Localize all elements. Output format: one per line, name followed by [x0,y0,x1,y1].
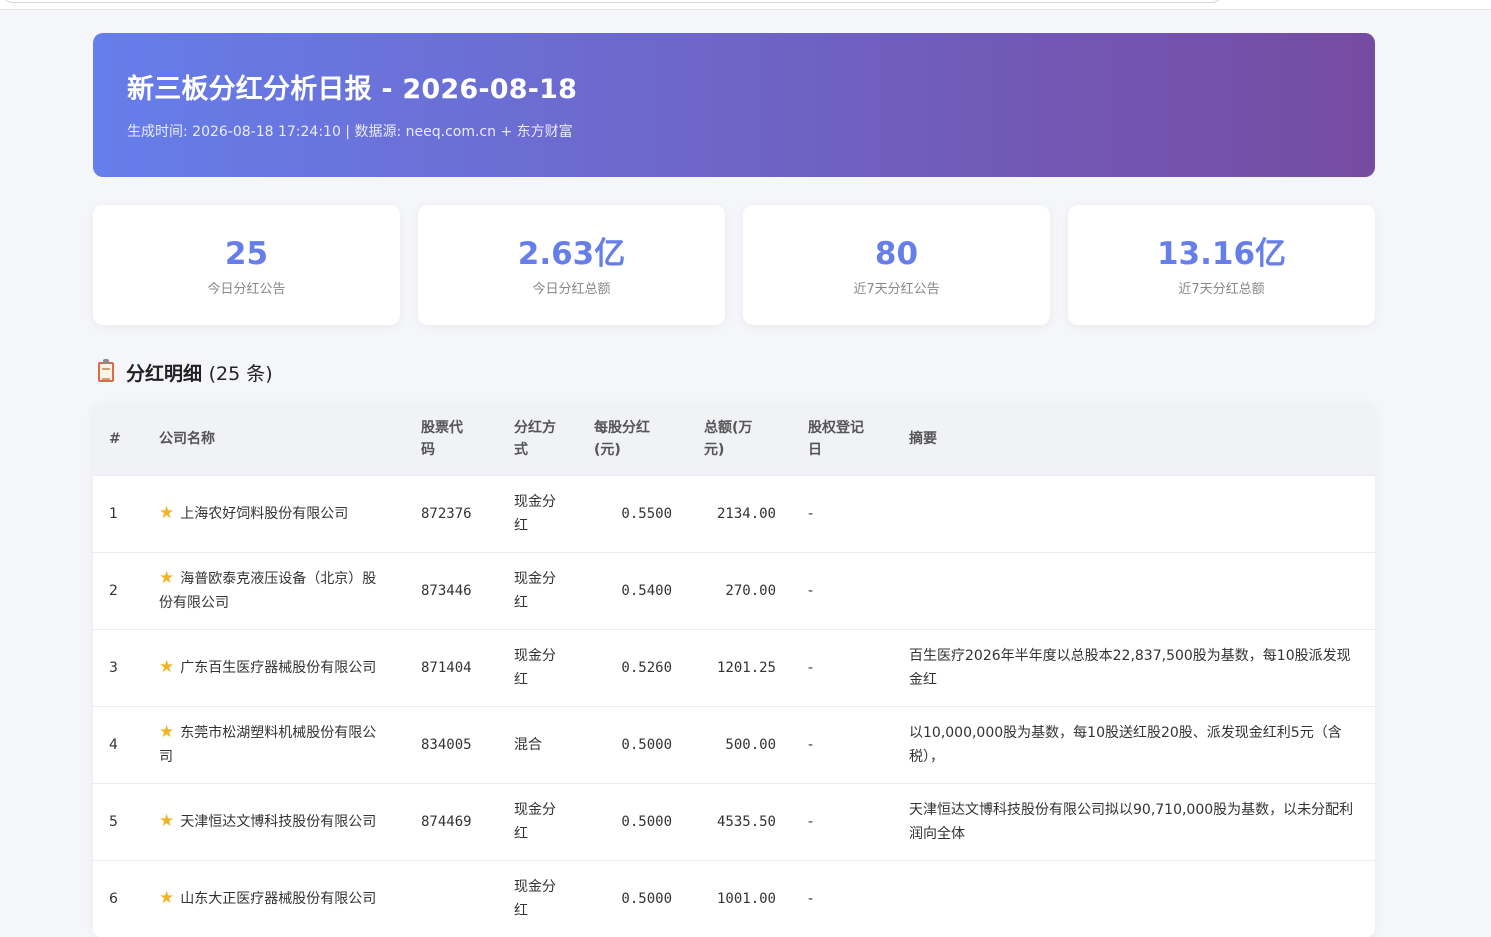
col-header-total: 总额(万 元) [688,403,792,475]
cell-code: 873446 [405,551,498,629]
stat-label: 今日分红总额 [532,281,611,297]
browser-top-bar [0,0,1491,10]
stat-label: 今日分红公告 [207,281,286,297]
cell-index: 3 [93,628,143,706]
cell-company: ★ 海普欧泰克液压设备（北京）股份有限公司 [143,551,405,629]
section-title-text: 分红明细 [126,362,203,385]
table-row: 2 ★ 海普欧泰克液压设备（北京）股份有限公司 873446 现金分红 0.540… [93,551,1375,629]
stats-row: 25 今日分红公告 2.63亿 今日分红总额 80 近7天分红公告 13.16亿… [93,205,1375,325]
cell-code: 871404 [405,628,498,706]
table-row: 6 ★ 山东大正医疗器械股份有限公司 现金分红 0.5000 1001.00 - [93,859,1375,937]
report-subtitle: 生成时间: 2026-08-18 17:24:10 | 数据源: neeq.co… [127,124,573,140]
cell-type: 现金分红 [498,551,578,629]
report-title: 新三板分红分析日报 - 2026-08-18 [127,74,578,105]
stat-value: 25 [224,235,269,272]
cell-summary [893,551,1375,629]
cell-per-share: 0.5400 [578,551,688,629]
cell-per-share: 0.5000 [578,782,688,860]
address-bar[interactable] [0,0,1225,3]
cell-code: 874469 [405,782,498,860]
cell-record-date: - [792,859,893,937]
cell-total: 4535.50 [688,782,792,860]
cell-total: 2134.00 [688,474,792,552]
cell-total: 500.00 [688,705,792,783]
col-header-type: 分红方式 [498,403,578,475]
col-header-per-share: 每股分红 (元) [578,403,688,475]
cell-type: 现金分红 [498,782,578,860]
stat-label: 近7天分红总额 [1178,281,1265,297]
stat-card-today-total: 2.63亿 今日分红总额 [418,205,725,325]
cell-type: 现金分红 [498,859,578,937]
stat-value: 13.16亿 [1156,235,1287,272]
cell-summary: 百生医疗2026年半年度以总股本22,837,500股为基数，每10股派发现金红 [893,628,1375,706]
cell-total: 270.00 [688,551,792,629]
report-container: 新三板分红分析日报 - 2026-08-18 生成时间: 2026-08-18 … [93,33,1375,937]
cell-record-date: - [792,551,893,629]
stat-card-today-count: 25 今日分红公告 [93,205,400,325]
cell-summary: 天津恒达文博科技股份有限公司拟以90,710,000股为基数，以未分配利润向全体 [893,782,1375,860]
section-count: (25 条) [208,362,273,385]
cell-record-date: - [792,782,893,860]
cell-per-share: 0.5500 [578,474,688,552]
cell-code [405,859,498,937]
cell-index: 6 [93,859,143,937]
cell-company: ★ 山东大正医疗器械股份有限公司 [143,859,405,937]
table-row: 1 ★ 上海农好饲料股份有限公司 872376 现金分红 0.5500 2134.… [93,474,1375,552]
stat-label: 近7天分红公告 [853,281,940,297]
cell-record-date: - [792,705,893,783]
report-header: 新三板分红分析日报 - 2026-08-18 生成时间: 2026-08-18 … [93,33,1375,177]
cell-summary [893,859,1375,937]
col-header-summary: 摘要 [893,403,1375,475]
table-row: 4 ★ 东莞市松湖塑料机械股份有限公司 834005 混合 0.5000 500.… [93,705,1375,783]
cell-per-share: 0.5260 [578,628,688,706]
section-title: 分红明细 (25 条) [93,357,1375,387]
star-icon: ★ [159,811,175,831]
cell-per-share: 0.5000 [578,705,688,783]
stat-card-week-count: 80 近7天分红公告 [743,205,1050,325]
cell-record-date: - [792,628,893,706]
star-icon: ★ [159,568,175,588]
cell-code: 834005 [405,705,498,783]
cell-total: 1201.25 [688,628,792,706]
clipboard-icon [98,359,114,382]
dividend-table: # 公司名称 股票代码 分红方式 每股分红 (元) 总额(万 元) 股权登记日 摘要… [93,403,1375,937]
cell-index: 2 [93,551,143,629]
table-row: 5 ★ 天津恒达文博科技股份有限公司 874469 现金分红 0.5000 453… [93,782,1375,860]
stat-card-week-total: 13.16亿 近7天分红总额 [1068,205,1375,325]
cell-company: ★ 广东百生医疗器械股份有限公司 [143,628,405,706]
cell-company: ★ 上海农好饲料股份有限公司 [143,474,405,552]
star-icon: ★ [159,722,175,742]
star-icon: ★ [159,888,175,909]
stat-value: 80 [874,235,919,272]
cell-index: 4 [93,705,143,783]
cell-type: 现金分红 [498,628,578,706]
cell-summary: 以10,000,000股为基数，每10股送红股20股、派发现金红利5元（含税）， [893,705,1375,783]
cell-type: 混合 [498,705,578,783]
col-header-record-date: 股权登记日 [792,403,893,475]
table-header-row: # 公司名称 股票代码 分红方式 每股分红 (元) 总额(万 元) 股权登记日 摘要 [93,403,1375,475]
cell-index: 5 [93,782,143,860]
cell-summary [893,474,1375,552]
col-header-code: 股票代码 [405,403,498,475]
stat-value: 2.63亿 [517,235,626,272]
cell-index: 1 [93,474,143,552]
col-header-index: # [93,403,143,475]
star-icon: ★ [159,503,175,523]
cell-type: 现金分红 [498,474,578,552]
star-icon: ★ [159,657,175,677]
col-header-company: 公司名称 [143,403,405,475]
cell-code: 872376 [405,474,498,552]
cell-total: 1001.00 [688,859,792,937]
cell-company: ★ 天津恒达文博科技股份有限公司 [143,782,405,860]
cell-company: ★ 东莞市松湖塑料机械股份有限公司 [143,705,405,783]
cell-record-date: - [792,474,893,552]
table-row: 3 ★ 广东百生医疗器械股份有限公司 871404 现金分红 0.5260 120… [93,628,1375,706]
cell-per-share: 0.5000 [578,859,688,937]
